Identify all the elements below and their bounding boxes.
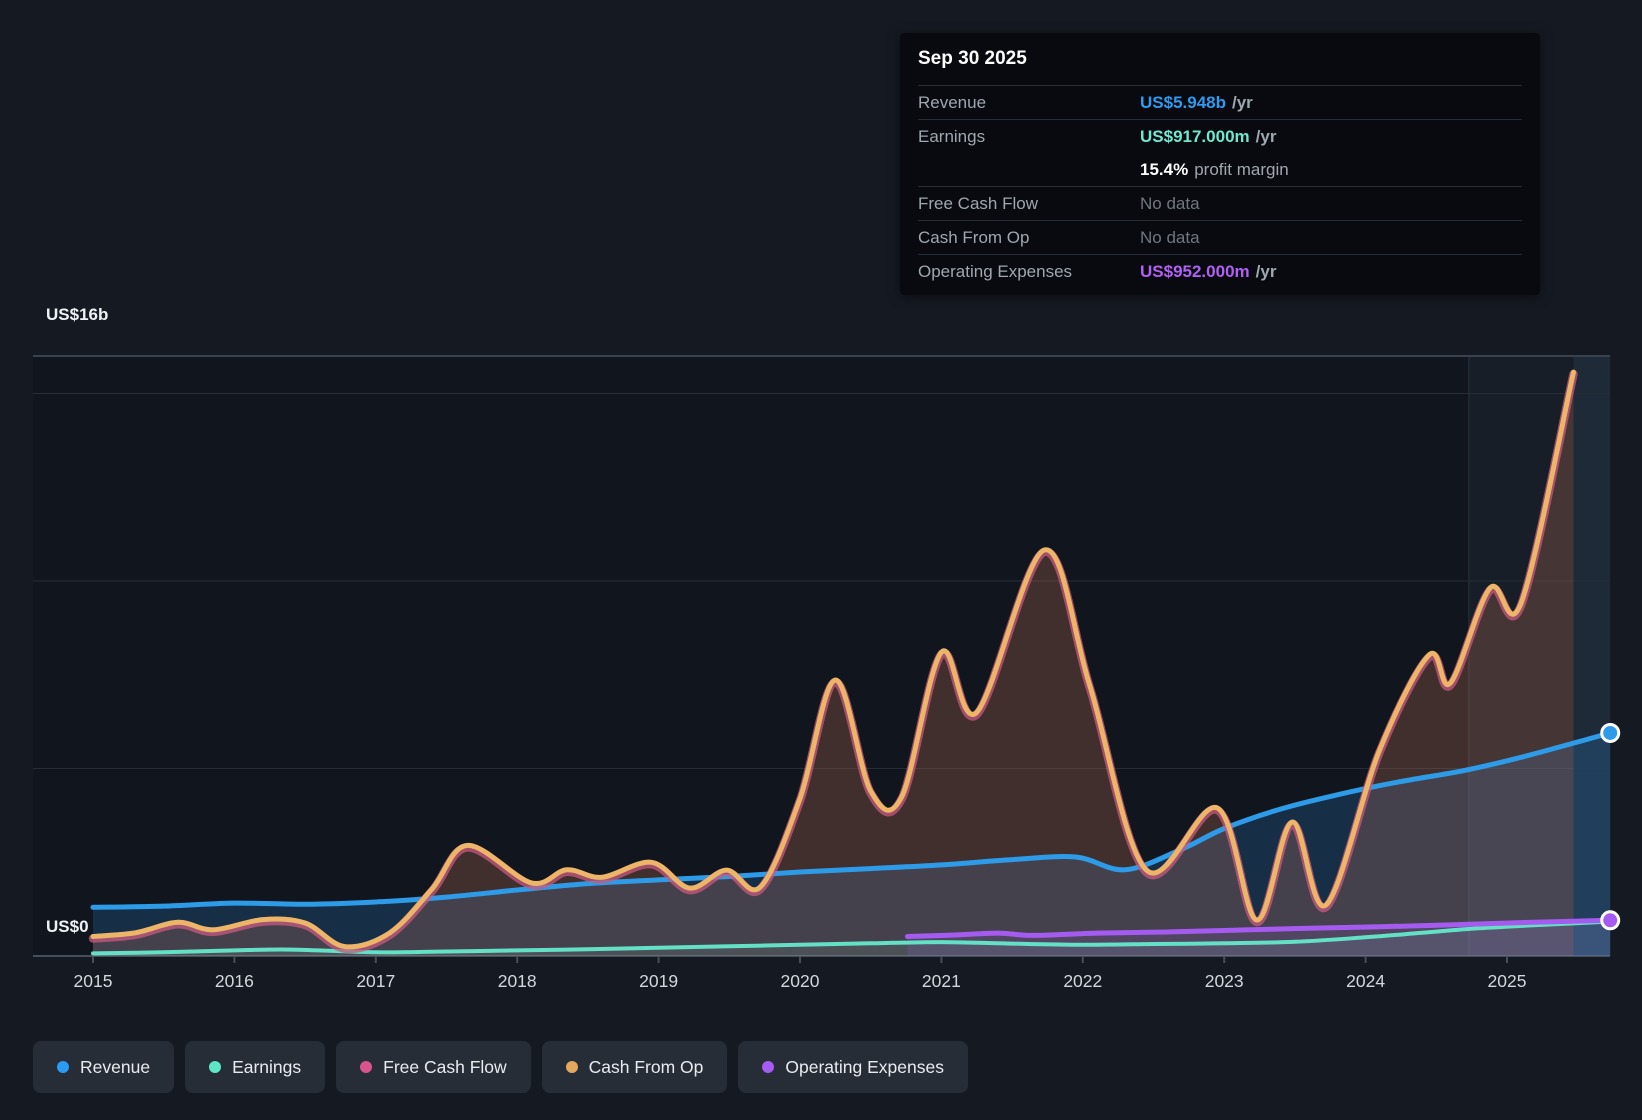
x-axis-label-2018: 2018 — [497, 971, 537, 991]
legend-item-earnings[interactable]: Earnings — [185, 1041, 326, 1093]
legend-label: Earnings — [232, 1056, 302, 1077]
x-axis-label-2017: 2017 — [356, 971, 396, 991]
tooltip-row-value: US$917.000m — [1140, 126, 1250, 146]
earnings-color-dot-icon — [209, 1061, 222, 1073]
tooltip-row-suffix: /yr — [1232, 92, 1253, 112]
tooltip-row-label: Free Cash Flow — [918, 193, 1038, 213]
tooltip-row-label: Cash From Op — [918, 227, 1030, 247]
tooltip-row-value: No data — [1140, 227, 1200, 247]
legend-label: Operating Expenses — [785, 1056, 944, 1077]
legend-item-operating-expenses[interactable]: Operating Expenses — [738, 1041, 968, 1093]
operating-expenses-end-marker — [1600, 910, 1621, 931]
x-axis-label-2015: 2015 — [73, 971, 113, 991]
tooltip-row-revenue: Revenue US$5.948b/yr — [918, 85, 1522, 119]
profit-margin-label: profit margin — [1194, 159, 1289, 179]
tooltip-row-free-cash-flow: Free Cash Flow No data — [918, 186, 1522, 220]
legend-item-revenue[interactable]: Revenue — [33, 1041, 175, 1093]
legend-label: Cash From Op — [588, 1056, 704, 1077]
cash-from-op-color-dot-icon — [565, 1061, 578, 1073]
tooltip-row-earnings: Earnings US$917.000m/yr — [918, 119, 1522, 153]
tooltip-row-suffix: /yr — [1255, 126, 1277, 146]
tooltip-row-label: Earnings — [918, 126, 986, 146]
tooltip-row-value: US$952.000m — [1140, 261, 1250, 281]
tooltip-profit-margin-row: 15.4% profit margin — [918, 153, 1522, 186]
x-axis-label-2016: 2016 — [214, 971, 254, 991]
x-axis-label-2021: 2021 — [921, 971, 961, 991]
tooltip-row-suffix: /yr — [1255, 261, 1277, 281]
x-axis-label-2022: 2022 — [1063, 971, 1103, 991]
operating-expenses-color-dot-icon — [762, 1061, 775, 1073]
legend: Revenue Earnings Free Cash Flow Cash From O… — [33, 1041, 968, 1093]
legend-item-free-cash-flow[interactable]: Free Cash Flow — [336, 1041, 531, 1093]
tooltip-row-operating-expenses: Operating Expenses US$952.000m/yr — [918, 254, 1522, 288]
tooltip-date: Sep 30 2025 — [918, 48, 1027, 69]
legend-label: Revenue — [80, 1056, 151, 1077]
tooltip-panel: Sep 30 2025 Revenue US$5.948b/yr Earnings U… — [900, 33, 1540, 295]
tooltip-row-label: Revenue — [918, 92, 987, 112]
legend-label: Free Cash Flow — [383, 1056, 507, 1077]
revenue-end-marker — [1600, 722, 1621, 743]
free-cash-flow-color-dot-icon — [360, 1061, 373, 1073]
x-axis-label-2020: 2020 — [780, 971, 820, 991]
x-axis-label-2019: 2019 — [639, 971, 679, 991]
y-axis-zero-label: US$0 — [46, 917, 89, 936]
tooltip-rows: Revenue US$5.948b/yr Earnings US$917.000m/y… — [918, 85, 1522, 288]
tooltip-row-value: US$5.948b — [1140, 92, 1226, 112]
x-axis-label-2025: 2025 — [1487, 971, 1527, 991]
tooltip-row-value: No data — [1140, 193, 1200, 213]
tooltip-row-cash-from-op: Cash From Op No data — [918, 220, 1522, 254]
x-axis-label-2024: 2024 — [1346, 971, 1386, 991]
y-axis-max-label: US$16b — [46, 305, 109, 324]
x-axis-label-2023: 2023 — [1204, 971, 1244, 991]
tooltip-row-label: Operating Expenses — [918, 261, 1073, 281]
profit-margin-value: 15.4% — [1140, 159, 1189, 179]
chart-page: US$16b US$0 2015 2016 2017 2018 2019 2020 2021… — [0, 0, 1642, 1120]
legend-item-cash-from-op[interactable]: Cash From Op — [541, 1041, 728, 1093]
revenue-color-dot-icon — [57, 1061, 69, 1073]
